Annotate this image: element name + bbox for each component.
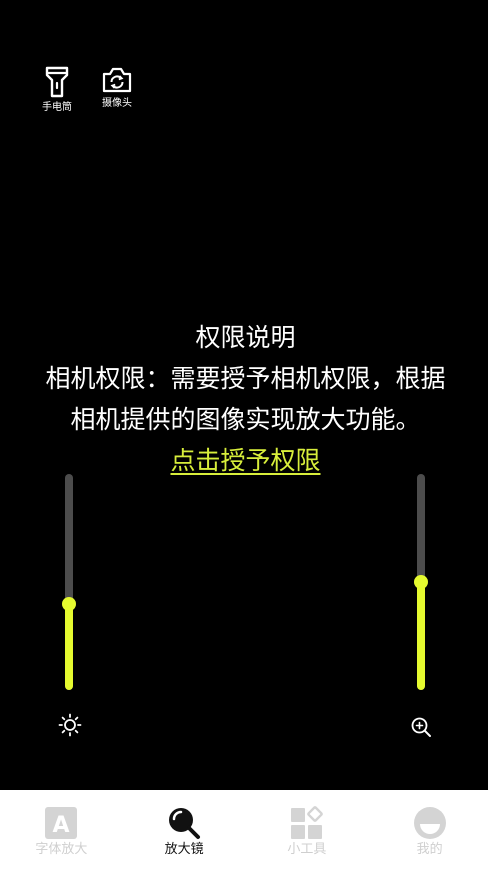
magnifier-screen: 手电筒 摄像头 权限说明 相机权限：需要授予相机权限，根据 相机提供的图像实现放… [0, 0, 491, 874]
tab-label: 放大镜 [164, 842, 204, 857]
tools-grid-icon [290, 806, 323, 839]
camera-button[interactable]: 摄像头 [95, 66, 139, 110]
flashlight-label: 手电筒 [42, 102, 72, 113]
grant-permission-link[interactable]: 点击授予权限 [170, 440, 320, 481]
flashlight-button[interactable]: 手电筒 [35, 66, 79, 114]
tab-tools[interactable]: 小工具 [246, 790, 369, 874]
bottom-tab-bar: A 字体放大 放大镜 小工具 我的 [0, 790, 491, 874]
permission-line-2: 相机提供的图像实现放大功能。 [70, 405, 421, 434]
brightness-slider-thumb[interactable] [62, 597, 76, 611]
camera-label: 摄像头 [102, 98, 132, 109]
brightness-icon [58, 713, 82, 741]
zoom-slider[interactable] [414, 474, 428, 690]
tab-profile[interactable]: 我的 [368, 790, 491, 874]
permission-title: 权限说明 [195, 323, 296, 352]
tab-label: 我的 [416, 842, 443, 857]
svg-text:A: A [53, 813, 70, 838]
zoom-in-icon [410, 716, 432, 742]
brightness-slider[interactable] [62, 474, 76, 690]
tab-font-enlarge[interactable]: A 字体放大 [0, 790, 123, 874]
flashlight-icon [45, 66, 69, 98]
camera-switch-icon [102, 67, 132, 93]
profile-icon [413, 807, 446, 839]
tab-magnifier[interactable]: 放大镜 [123, 790, 246, 874]
permission-line-1: 相机权限：需要授予相机权限，根据 [45, 364, 446, 393]
font-enlarge-icon: A [45, 807, 78, 839]
brightness-slider-fill [65, 604, 73, 690]
permission-notice: 权限说明 相机权限：需要授予相机权限，根据 相机提供的图像实现放大功能。 点击授… [0, 317, 491, 481]
zoom-slider-fill [417, 582, 425, 690]
tab-label: 小工具 [287, 842, 327, 857]
magnifier-icon [169, 808, 201, 839]
zoom-slider-thumb[interactable] [414, 575, 428, 589]
tab-label: 字体放大 [35, 842, 88, 857]
